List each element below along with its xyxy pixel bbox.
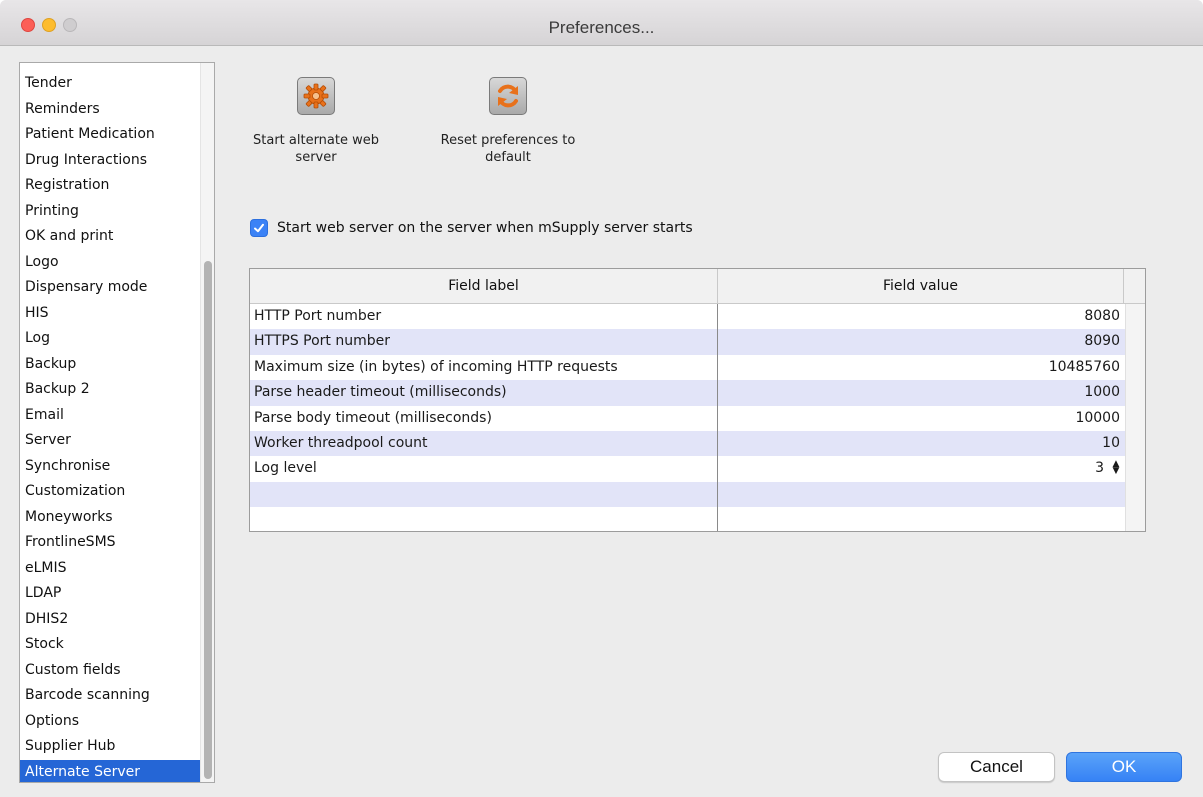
start-web-server-option[interactable]: Start web server on the server when mSup… (250, 218, 693, 238)
stepper-down-icon[interactable]: ▼ (1113, 466, 1120, 476)
log-level-value[interactable]: 3 (1095, 460, 1104, 476)
table-row[interactable] (250, 507, 1125, 531)
table-row[interactable] (250, 481, 1125, 508)
field-label-cell: Parse header timeout (milliseconds) (250, 380, 718, 406)
checkmark-icon (254, 223, 264, 233)
refresh-icon (489, 77, 527, 115)
sidebar-item-log[interactable]: Log (20, 326, 200, 352)
field-label-cell: HTTP Port number (250, 304, 718, 330)
sidebar-item-stock[interactable]: Stock (20, 632, 200, 658)
sidebar-item-printing[interactable]: Printing (20, 199, 200, 225)
table-row[interactable]: Worker threadpool count 10 (250, 430, 1125, 457)
sidebar-item-patient-medication[interactable]: Patient Medication (20, 122, 200, 148)
sidebar-item-his[interactable]: HIS (20, 301, 200, 327)
table-scroll-gutter (1125, 304, 1145, 531)
sidebar-item-alternate-server[interactable]: Alternate Server (20, 759, 200, 782)
field-value-cell[interactable]: 1000 (718, 380, 1124, 405)
table-body: HTTP Port number 8080 HTTPS Port number … (250, 304, 1125, 531)
field-label-cell: Maximum size (in bytes) of incoming HTTP… (250, 354, 718, 381)
field-label-cell: HTTPS Port number (250, 329, 718, 355)
sidebar-item-dispensary-mode[interactable]: Dispensary mode (20, 275, 200, 301)
table-row[interactable]: Log level 3 ▲ ▼ (250, 456, 1125, 482)
server-settings-table: Field label Field value HTTP Port number… (249, 268, 1146, 532)
table-row[interactable]: Maximum size (in bytes) of incoming HTTP… (250, 354, 1125, 381)
sidebar-scrollbar[interactable] (200, 63, 214, 782)
sidebar-item-logo[interactable]: Logo (20, 250, 200, 276)
sidebar-scroll-thumb[interactable] (204, 261, 212, 779)
sidebar-item-reminders[interactable]: Reminders (20, 97, 200, 123)
start-web-server-label: Start web server on the server when mSup… (277, 220, 693, 236)
field-label-cell: Parse body timeout (milliseconds) (250, 405, 718, 431)
title-bar: Preferences... (0, 0, 1203, 46)
sidebar-item-supplier-hub[interactable]: Supplier Hub (20, 734, 200, 760)
field-value-cell[interactable] (718, 482, 1124, 507)
sidebar-list: Tender Reminders Patient Medication Drug… (20, 71, 200, 782)
field-label-cell: Log level (250, 456, 718, 482)
start-alternate-web-server-label: Start alternate web server (253, 133, 379, 165)
preferences-window: Preferences... Tender Reminders Patient … (0, 0, 1203, 797)
window-title: Preferences... (548, 18, 655, 37)
preferences-sidebar: Tender Reminders Patient Medication Drug… (19, 62, 215, 783)
field-label-cell (250, 507, 718, 531)
sidebar-item-registration[interactable]: Registration (20, 173, 200, 199)
table-row[interactable]: HTTP Port number 8080 (250, 304, 1125, 330)
sidebar-item-options[interactable]: Options (20, 709, 200, 735)
field-value-cell[interactable]: 10000 (718, 406, 1124, 431)
sidebar-item-ldap[interactable]: LDAP (20, 581, 200, 607)
log-level-cell[interactable]: 3 ▲ ▼ (718, 456, 1124, 481)
gear-icon (297, 77, 335, 115)
field-value-cell[interactable]: 10485760 (718, 355, 1124, 380)
start-web-server-checkbox[interactable] (250, 219, 268, 237)
field-value-cell[interactable]: 8090 (718, 329, 1124, 354)
reset-preferences-button[interactable]: Reset preferences to default (432, 77, 584, 166)
sidebar-item-drug-interactions[interactable]: Drug Interactions (20, 148, 200, 174)
sidebar-item-dhis2[interactable]: DHIS2 (20, 607, 200, 633)
field-value-cell[interactable] (718, 507, 1124, 531)
table-header: Field label Field value (250, 269, 1145, 304)
sidebar-item-backup[interactable]: Backup (20, 352, 200, 378)
table-row[interactable]: Parse body timeout (milliseconds) 10000 (250, 405, 1125, 431)
table-row[interactable]: HTTPS Port number 8090 (250, 329, 1125, 355)
sidebar-item-moneyworks[interactable]: Moneyworks (20, 505, 200, 531)
column-header-field-value[interactable]: Field value (718, 269, 1124, 304)
table-row[interactable]: Parse header timeout (milliseconds) 1000 (250, 380, 1125, 406)
cancel-button[interactable]: Cancel (938, 752, 1055, 782)
sidebar-item-barcode-scanning[interactable]: Barcode scanning (20, 683, 200, 709)
field-value-cell[interactable]: 8080 (718, 304, 1124, 329)
sidebar-item-frontlinesms[interactable]: FrontlineSMS (20, 530, 200, 556)
field-label-cell: Worker threadpool count (250, 430, 718, 457)
reset-preferences-label: Reset preferences to default (440, 133, 576, 165)
sidebar-item-custom-fields[interactable]: Custom fields (20, 658, 200, 684)
sidebar-item-backup-2[interactable]: Backup 2 (20, 377, 200, 403)
start-alternate-web-server-button[interactable]: Start alternate web server (245, 77, 387, 166)
field-label-cell (250, 481, 718, 508)
sidebar-item-customization[interactable]: Customization (20, 479, 200, 505)
log-level-stepper[interactable]: ▲ ▼ (1112, 460, 1120, 476)
sidebar-item-server[interactable]: Server (20, 428, 200, 454)
sidebar-item-elmis[interactable]: eLMIS (20, 556, 200, 582)
sidebar-item-email[interactable]: Email (20, 403, 200, 429)
sidebar-item-synchronise[interactable]: Synchronise (20, 454, 200, 480)
column-header-field-label[interactable]: Field label (250, 269, 718, 304)
sidebar-item-ok-and-print[interactable]: OK and print (20, 224, 200, 250)
sidebar-item-tender[interactable]: Tender (20, 71, 200, 97)
ok-button[interactable]: OK (1066, 752, 1182, 782)
field-value-cell[interactable]: 10 (718, 431, 1124, 456)
